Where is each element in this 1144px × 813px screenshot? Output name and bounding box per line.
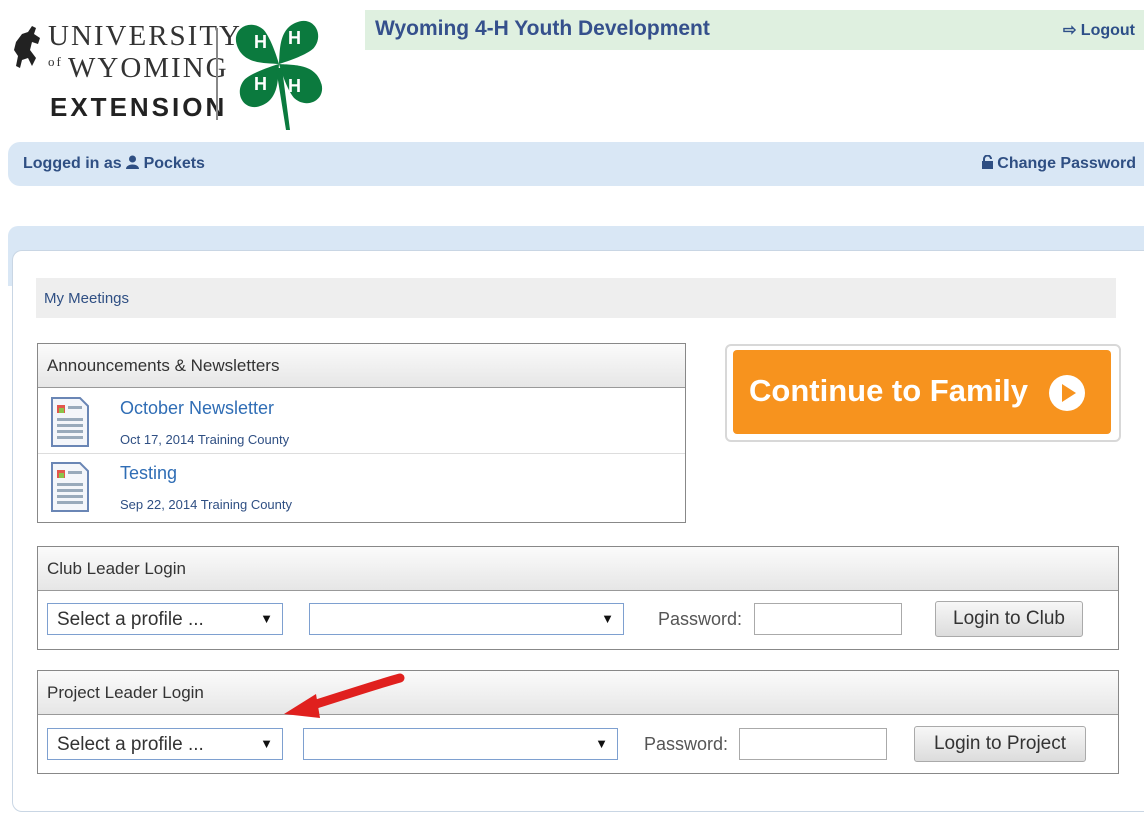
dropdown-arrow-icon: ▼ [601, 611, 614, 626]
play-circle-icon [1049, 375, 1085, 411]
club-password-input[interactable] [754, 603, 902, 635]
dropdown-arrow-icon: ▼ [260, 611, 273, 626]
project-profile-select[interactable]: Select a profile ... ▼ [47, 728, 283, 760]
club-profile-select[interactable]: Select a profile ... ▼ [47, 603, 283, 635]
club-profile-select-value: Select a profile ... [57, 609, 204, 630]
cowboy-bronco-icon [14, 26, 40, 68]
club-select[interactable]: ▼ [309, 603, 624, 635]
club-leader-login-box: Club Leader Login Select a profile ... ▼… [37, 546, 1119, 650]
project-profile-select-value: Select a profile ... [57, 734, 204, 755]
newsletter-meta: Oct 17, 2014 Training County [120, 432, 290, 447]
university-logo: UNIVERSITY of WYOMING EXTENSION H H H H [10, 8, 340, 130]
logout-icon: ⇨ [1062, 22, 1077, 39]
announcements-title: Announcements & Newsletters [38, 344, 685, 388]
logged-in-prefix: Logged in as [23, 155, 122, 172]
project-select[interactable]: ▼ [303, 728, 618, 760]
logo-wyoming-text: WYOMING [68, 52, 229, 84]
user-icon [126, 155, 140, 169]
announcements-box: Announcements & Newsletters October News… [37, 343, 686, 523]
app-title: Wyoming 4-H Youth Development [375, 17, 710, 40]
svg-text:H: H [254, 32, 267, 52]
project-password-input[interactable] [739, 728, 887, 760]
red-annotation-arrow-icon [284, 673, 405, 718]
change-password-link[interactable]: Change Password [981, 154, 1136, 173]
username: Pockets [143, 155, 205, 172]
document-icon [51, 462, 89, 512]
lock-icon [981, 154, 993, 169]
dropdown-arrow-icon: ▼ [595, 736, 608, 751]
logged-in-status: Logged in as Pockets [23, 155, 205, 173]
continue-button-label: Continue to Family [749, 373, 1028, 408]
login-to-club-button[interactable]: Login to Club [935, 601, 1083, 637]
user-bar: Logged in as Pockets Change Password [8, 142, 1144, 186]
app-title-bar: Wyoming 4-H Youth Development ⇨ Logout [365, 10, 1144, 50]
logo-of-text: of [48, 54, 63, 69]
logo-divider [216, 28, 218, 120]
project-leader-login-box: Project Leader Login Select a profile ..… [37, 670, 1119, 774]
list-item: Testing Sep 22, 2014 Training County [38, 454, 685, 518]
logo-university-text: UNIVERSITY [48, 20, 242, 52]
project-password-label: Password: [644, 734, 729, 754]
4h-clover-icon: H H H H [235, 20, 323, 130]
project-login-title: Project Leader Login [38, 671, 1118, 715]
newsletter-link[interactable]: Testing [120, 463, 177, 484]
club-login-title: Club Leader Login [38, 547, 1118, 591]
svg-text:H: H [288, 76, 301, 96]
list-item: October Newsletter Oct 17, 2014 Training… [38, 389, 685, 454]
continue-to-family-button[interactable]: Continue to Family [733, 350, 1111, 434]
document-icon [51, 397, 89, 447]
logout-label: Logout [1080, 22, 1135, 39]
svg-text:H: H [288, 28, 301, 48]
continue-button-frame: Continue to Family [725, 344, 1121, 442]
club-password-label: Password: [658, 609, 743, 629]
my-meetings-bar: My Meetings [36, 278, 1116, 318]
logo-extension-text: EXTENSION [50, 92, 228, 122]
change-password-label: Change Password [997, 155, 1136, 172]
login-to-project-button[interactable]: Login to Project [914, 726, 1086, 762]
svg-text:H: H [254, 74, 267, 94]
newsletter-link[interactable]: October Newsletter [120, 398, 274, 419]
my-meetings-link[interactable]: My Meetings [44, 290, 129, 307]
dropdown-arrow-icon: ▼ [260, 736, 273, 751]
logout-link[interactable]: ⇨ Logout [1063, 20, 1135, 40]
newsletter-meta: Sep 22, 2014 Training County [120, 497, 293, 512]
